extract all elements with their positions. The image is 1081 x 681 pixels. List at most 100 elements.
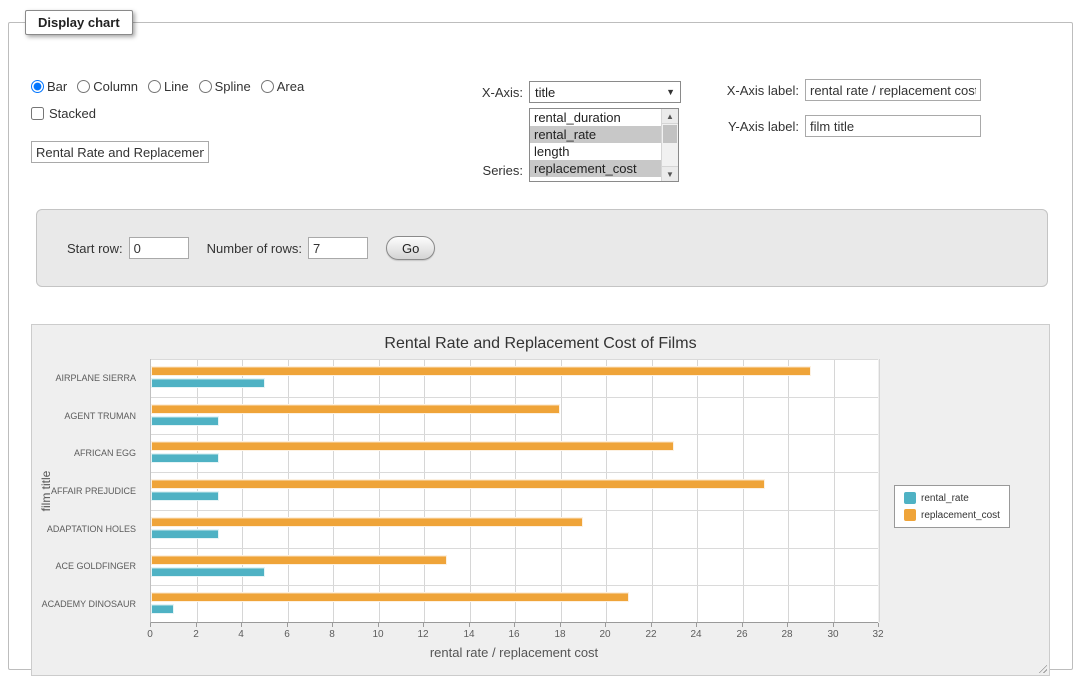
x-tick-label: 10 <box>372 629 383 640</box>
chart-type-radio-area[interactable] <box>261 80 274 93</box>
chart-type-option-label: Area <box>277 79 304 94</box>
stacked-checkbox-row[interactable]: Stacked <box>31 106 331 121</box>
gridline-vertical <box>879 359 880 622</box>
bar-replacement_cost <box>151 555 447 565</box>
bar-replacement_cost <box>151 441 674 451</box>
gridline-horizontal <box>151 510 878 511</box>
x-tick-mark <box>378 623 379 627</box>
chart-type-controls: Bar Column Line Spline Area Stacked <box>31 79 331 163</box>
x-tick-mark <box>423 623 424 627</box>
x-tick-mark <box>742 623 743 627</box>
chart-legend: rental_rate replacement_cost <box>894 485 1010 528</box>
x-tick-mark <box>469 623 470 627</box>
chart-type-option-line[interactable]: Line <box>148 79 189 94</box>
x-tick-label: 14 <box>463 629 474 640</box>
x-tick-mark <box>196 623 197 627</box>
legend-label: replacement_cost <box>921 510 1000 521</box>
start-row-label: Start row: <box>67 241 123 256</box>
chart-container: Rental Rate and Replacement Cost of Film… <box>31 324 1050 676</box>
x-tick-label: 30 <box>827 629 838 640</box>
series-select-row: Series: rental_durationrental_ratelength… <box>437 108 681 182</box>
gridline-vertical <box>515 359 516 622</box>
bar-replacement_cost <box>151 479 765 489</box>
chart-type-option-label: Spline <box>215 79 251 94</box>
x-tick-label: 22 <box>645 629 656 640</box>
x-axis-selected-value: title <box>535 85 555 100</box>
stacked-label: Stacked <box>49 106 96 121</box>
start-row-input[interactable] <box>129 237 189 259</box>
plot-area <box>150 359 878 623</box>
x-tick-label: 24 <box>690 629 701 640</box>
series-listbox-options: rental_durationrental_ratelengthreplacem… <box>530 109 661 181</box>
category-label: ADAPTATION HOLES <box>32 524 144 534</box>
bar-replacement_cost <box>151 366 811 376</box>
chart-type-option-area[interactable]: Area <box>261 79 304 94</box>
series-option-rental_rate[interactable]: rental_rate <box>530 126 661 143</box>
gridline-horizontal <box>151 472 878 473</box>
chart-type-option-spline[interactable]: Spline <box>199 79 251 94</box>
axis-label-controls: X-Axis label: Y-Axis label: <box>719 79 981 151</box>
category-label: ACADEMY DINOSAUR <box>32 599 144 609</box>
series-listbox[interactable]: rental_durationrental_ratelengthreplacem… <box>529 108 679 182</box>
chart-type-radio-line[interactable] <box>148 80 161 93</box>
gridline-horizontal <box>151 585 878 586</box>
legend-item-replacement_cost[interactable]: replacement_cost <box>904 509 1000 521</box>
gridline-vertical <box>697 359 698 622</box>
go-button[interactable]: Go <box>386 236 435 260</box>
x-tick-label: 12 <box>417 629 428 640</box>
gridline-horizontal <box>151 548 878 549</box>
gridline-horizontal <box>151 434 878 435</box>
chart-type-radio-bar[interactable] <box>31 80 44 93</box>
series-listbox-scrollbar[interactable]: ▲ ▼ <box>661 109 678 181</box>
x-tick-mark <box>651 623 652 627</box>
num-rows-input[interactable] <box>308 237 368 259</box>
x-tick-mark <box>560 623 561 627</box>
gridline-vertical <box>788 359 789 622</box>
chart-type-radio-column[interactable] <box>77 80 90 93</box>
x-axis-label-row: X-Axis label: <box>719 79 981 101</box>
x-tick-mark <box>514 623 515 627</box>
gridline-vertical <box>834 359 835 622</box>
axis-series-controls: X-Axis: title ▼ Series: rental_durationr… <box>437 81 681 182</box>
y-axis-label-label: Y-Axis label: <box>719 119 805 134</box>
resize-handle-icon[interactable] <box>1036 662 1047 673</box>
x-tick-label: 6 <box>284 629 290 640</box>
bar-replacement_cost <box>151 404 560 414</box>
x-axis-select[interactable]: title ▼ <box>529 81 681 103</box>
chart-type-option-bar[interactable]: Bar <box>31 79 67 94</box>
scrollbar-thumb[interactable] <box>663 125 677 143</box>
gridline-horizontal <box>151 359 878 360</box>
chart-type-option-column[interactable]: Column <box>77 79 138 94</box>
gridline-vertical <box>561 359 562 622</box>
bar-rental_rate <box>151 453 219 463</box>
x-axis-label-input[interactable] <box>805 79 981 101</box>
bar-rental_rate <box>151 604 174 614</box>
x-tick-mark <box>287 623 288 627</box>
x-tick-mark <box>878 623 879 627</box>
legend-swatch-icon <box>904 509 916 521</box>
gridline-horizontal <box>151 397 878 398</box>
x-axis-label-label: X-Axis label: <box>719 83 805 98</box>
gridline-vertical <box>424 359 425 622</box>
x-tick-mark <box>332 623 333 627</box>
y-axis-label-input[interactable] <box>805 115 981 137</box>
series-option-length[interactable]: length <box>530 143 661 160</box>
gridline-vertical <box>606 359 607 622</box>
legend-label: rental_rate <box>921 493 969 504</box>
bar-replacement_cost <box>151 592 629 602</box>
series-select-label: Series: <box>437 163 529 182</box>
series-option-rental_duration[interactable]: rental_duration <box>530 109 661 126</box>
series-option-replacement_cost[interactable]: replacement_cost <box>530 160 661 177</box>
legend-item-rental_rate[interactable]: rental_rate <box>904 492 1000 504</box>
gridline-vertical <box>743 359 744 622</box>
x-tick-label: 32 <box>872 629 883 640</box>
scroll-up-icon[interactable]: ▲ <box>662 109 678 124</box>
chart-type-option-label: Bar <box>47 79 67 94</box>
stacked-checkbox[interactable] <box>31 107 44 120</box>
chart-title: Rental Rate and Replacement Cost of Film… <box>32 335 1049 353</box>
x-tick-label: 26 <box>736 629 747 640</box>
chart-title-input[interactable] <box>31 141 209 163</box>
x-tick-label: 4 <box>238 629 244 640</box>
scroll-down-icon[interactable]: ▼ <box>662 166 678 181</box>
chart-type-radio-spline[interactable] <box>199 80 212 93</box>
